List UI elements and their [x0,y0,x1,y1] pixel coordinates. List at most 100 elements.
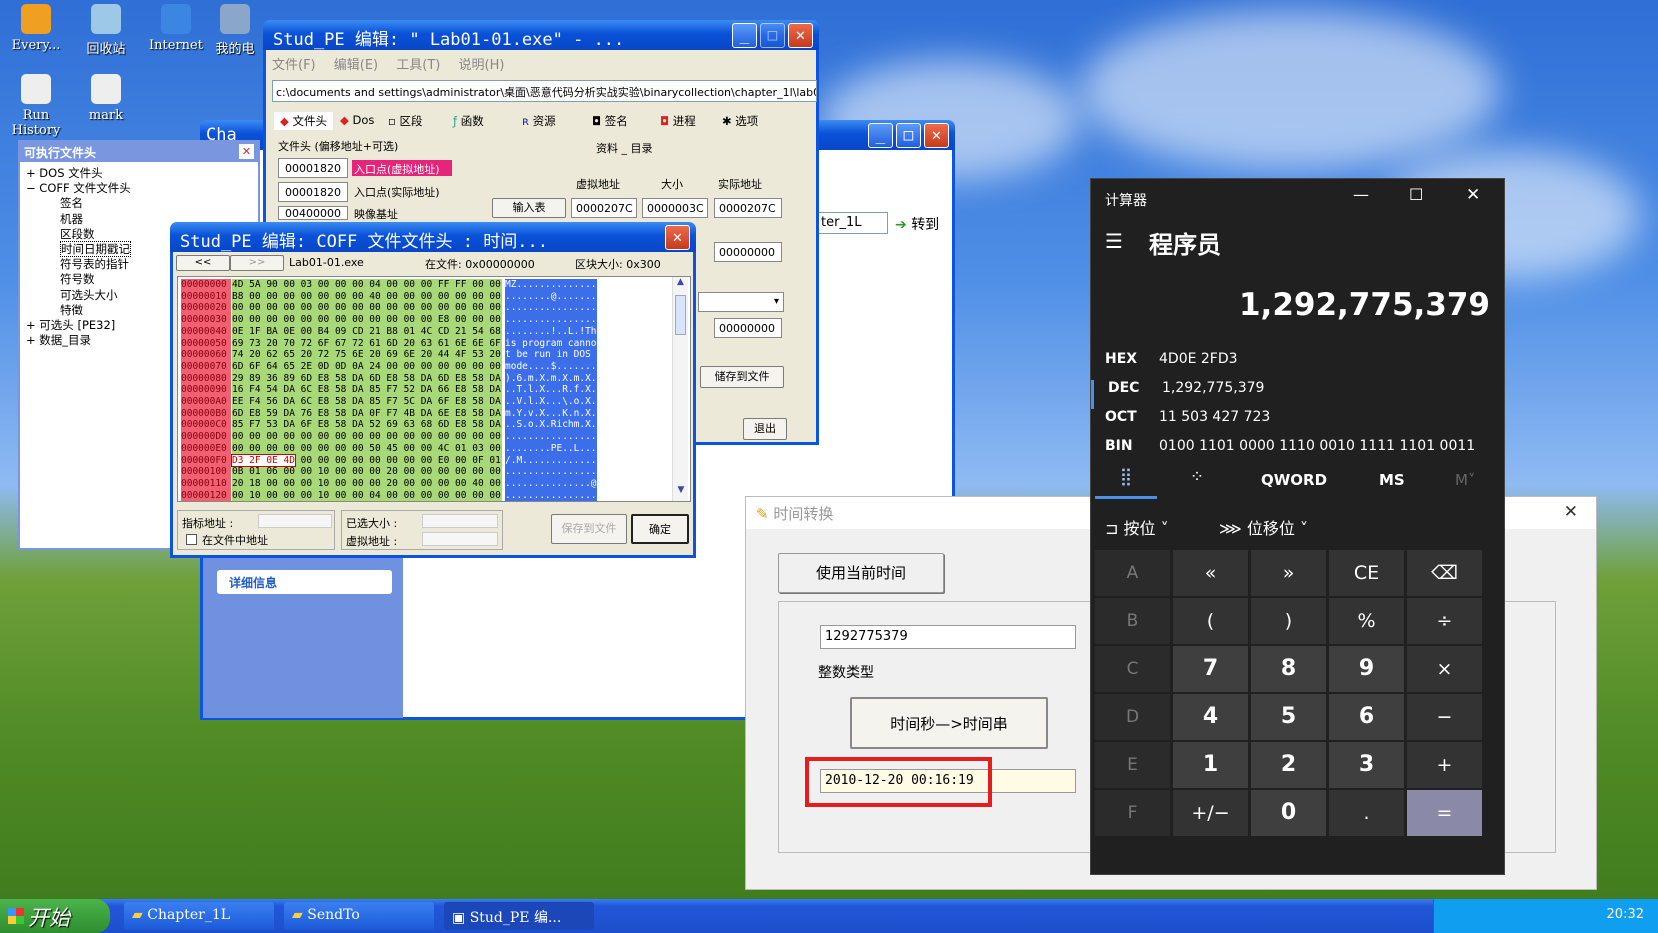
menu-tools[interactable]: 工具(T) [396,58,440,73]
radix-row-hex[interactable]: HEX 4D0E 2FD3 [1091,351,1506,380]
seconds-input[interactable]: 1292775379 [820,625,1076,649]
key-7[interactable]: ) [1251,598,1326,644]
key-27[interactable]: 0 [1251,790,1326,836]
tree-item[interactable]: 签名 [26,196,252,211]
next-button[interactable]: >> [230,255,284,271]
key-6[interactable]: ( [1173,598,1248,644]
internet-icon[interactable]: Internet [140,4,212,53]
key-2[interactable]: » [1251,550,1326,596]
taskbar-chapter-1l[interactable]: ▰ Chapter_1L [124,902,274,930]
memory-store-button[interactable]: MS [1379,471,1405,489]
bitwise-dropdown[interactable]: ⊐ 按位 ˅ [1105,515,1169,539]
scroll-down-icon[interactable]: ▼ [673,485,689,501]
hex-view[interactable]: 00000000 00000010 00000020 00000030 00000040… [177,276,691,502]
key-4[interactable]: ⌫ [1407,550,1482,596]
taskbar-sendto[interactable]: ▰ SendTo [284,902,434,930]
tab-sections[interactable]: ▫ 区段 [388,113,422,129]
key-8[interactable]: % [1329,598,1404,644]
key-18[interactable]: 6 [1329,694,1404,740]
entry-point-raw-value[interactable]: 00001820 [278,182,348,202]
key-12[interactable]: 8 [1251,646,1326,692]
entry-point-va-value[interactable]: 00001820 [278,158,348,178]
tab-file-header[interactable]: ◆ 文件头 [274,112,334,130]
close-button[interactable]: ✕ [788,23,813,48]
key-16[interactable]: 4 [1173,694,1248,740]
hex-scrollbar[interactable]: ▲ ▼ [672,277,688,501]
file-path-field[interactable]: c:\documents and settings\administrator\… [272,80,817,102]
menu-file[interactable]: 文件(F) [272,58,316,73]
maximize-button[interactable]: □ [896,123,921,148]
bit-toggle-icon[interactable]: ⁘ [1179,467,1215,487]
mark-file-icon[interactable]: mark [70,74,142,123]
everything-icon[interactable]: Every... [0,4,72,53]
maximize-button[interactable]: □ [760,23,785,48]
word-size-button[interactable]: QWORD [1261,471,1327,489]
key-1[interactable]: « [1173,550,1248,596]
radix-row-bin[interactable]: BIN 0100 1101 0000 1110 0010 1111 1101 00… [1091,438,1506,467]
close-button[interactable]: ✕ [924,123,949,148]
tab-process[interactable]: ◘ 进程 [660,113,696,129]
key-14[interactable]: × [1407,646,1482,692]
key-19[interactable]: − [1407,694,1482,740]
scroll-up-icon[interactable]: ▲ [673,277,688,293]
key-29[interactable]: = [1407,790,1482,836]
key-26[interactable]: +/− [1173,790,1248,836]
start-button[interactable]: 开始 [0,899,110,933]
minimize-button[interactable]: _ [732,23,757,48]
minimize-button[interactable]: _ [868,123,893,148]
tab-dos[interactable]: ◆ Dos [340,113,374,127]
radix-row-dec[interactable]: DEC 1,292,775,379 [1091,380,1506,409]
exit-button[interactable]: 退出 [743,418,787,440]
in-file-checkbox[interactable] [186,534,197,545]
taskbar-stud-pe[interactable]: ▣ Stud_PE 编... [444,902,594,930]
import-table-button[interactable]: 输入表 [492,198,566,218]
go-button[interactable]: ➔ 转到 [895,214,939,234]
key-21[interactable]: 1 [1173,742,1248,788]
key-5[interactable]: B [1095,598,1170,644]
save-to-file-button[interactable]: 保存到文件 [551,514,627,544]
key-25[interactable]: F [1095,790,1170,836]
key-20[interactable]: E [1095,742,1170,788]
details-panel-header[interactable]: 详细信息 [217,570,392,594]
tree-item[interactable]: − COFF 文件文件头 [26,181,252,196]
use-current-time-button[interactable]: 使用当前时间 [778,553,944,593]
menu-help[interactable]: 说明(H) [459,58,505,73]
close-button[interactable]: ✕ [665,225,690,250]
close-icon[interactable]: ✕ [1466,185,1480,205]
keypad-tab-icon[interactable]: ⣿ [1095,467,1157,499]
tab-functions[interactable]: ƒ 函数 [453,113,484,129]
dir-dropdown[interactable]: ▾ [698,292,784,312]
menu-edit[interactable]: 编辑(E) [334,58,378,73]
key-3[interactable]: CE [1329,550,1404,596]
tab-signatures[interactable]: ◘ 签名 [592,113,628,129]
key-22[interactable]: 2 [1251,742,1326,788]
explorer-address-bar[interactable]: ter_1L [818,212,888,234]
tree-item[interactable]: + DOS 文件头 [26,166,252,181]
key-9[interactable]: ÷ [1407,598,1482,644]
panel-close-icon[interactable]: ✕ [239,144,254,159]
tab-options[interactable]: ✱ 选项 [722,113,758,129]
tab-resources[interactable]: ʀ 资源 [522,113,556,129]
bitshift-dropdown[interactable]: ⋙ 位移位 ˅ [1219,515,1308,539]
scroll-thumb[interactable] [675,295,686,335]
key-13[interactable]: 9 [1329,646,1404,692]
key-23[interactable]: 3 [1329,742,1404,788]
image-base-value[interactable]: 00400000 [278,206,348,220]
memory-button[interactable]: M˅ [1455,471,1475,489]
ok-button[interactable]: 确定 [631,514,689,544]
seconds-to-string-button[interactable]: 时间秒—>时间串 [850,697,1048,749]
key-11[interactable]: 7 [1173,646,1248,692]
pointer-address-field[interactable] [258,514,332,528]
run-history-icon[interactable]: Run History [0,74,72,138]
close-icon[interactable]: ✕ [1564,502,1578,522]
key-28[interactable]: . [1329,790,1404,836]
key-10[interactable]: C [1095,646,1170,692]
prev-button[interactable]: << [176,255,230,271]
recycle-bin-icon[interactable]: 回收站 [70,4,142,57]
key-15[interactable]: D [1095,694,1170,740]
key-24[interactable]: + [1407,742,1482,788]
my-computer-icon[interactable]: 我的电 [205,4,265,57]
tray-clock[interactable]: 20:32 [1607,907,1644,922]
key-17[interactable]: 5 [1251,694,1326,740]
menu-icon[interactable]: ☰ [1105,229,1123,253]
